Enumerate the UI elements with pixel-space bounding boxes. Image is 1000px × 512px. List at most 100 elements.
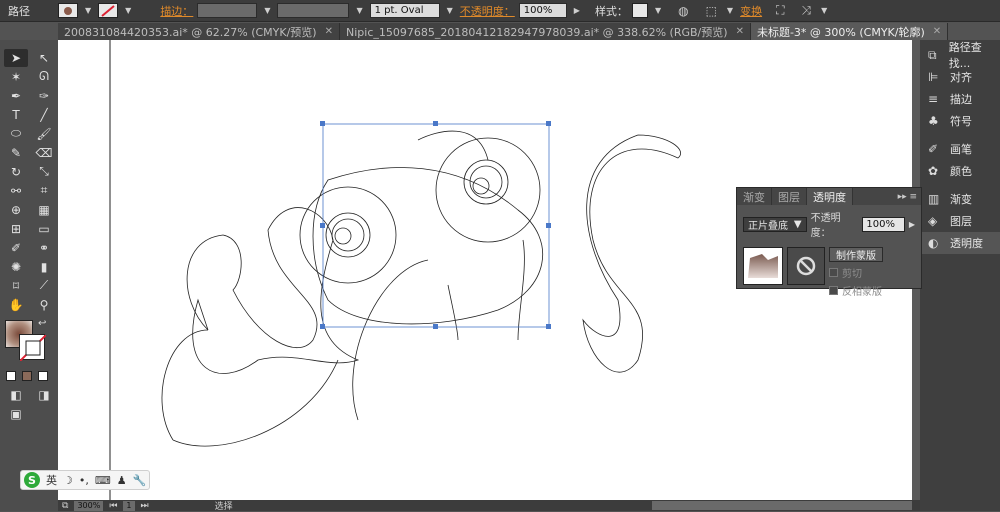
pen-tool-icon[interactable]: ✒	[4, 87, 28, 105]
style-dropdown-arrow[interactable]: ▼	[655, 6, 661, 15]
dock-label: 对齐	[950, 71, 972, 84]
stroke-swatch[interactable]	[98, 3, 119, 18]
fill-dropdown-arrow[interactable]: ▼	[85, 6, 91, 15]
wrench-icon[interactable]: 🔧	[133, 474, 147, 487]
tab-layers[interactable]: 图层	[772, 188, 807, 205]
isolate-icon[interactable]: ⛶	[776, 3, 784, 18]
fill-swatch[interactable]	[58, 3, 78, 18]
shape-builder-tool-icon[interactable]: ⊕	[4, 201, 28, 219]
close-icon[interactable]: ✕	[933, 26, 941, 37]
width-tool-icon[interactable]: ⚯	[4, 182, 28, 200]
zoom-tool-icon[interactable]: ⚲	[32, 296, 56, 314]
mesh-tool-icon[interactable]: ⊞	[4, 220, 28, 238]
panel-menu-icon[interactable]: ▸▸ ≡	[898, 188, 921, 205]
color-mode-icon[interactable]	[6, 370, 16, 381]
tab-transparency[interactable]: 透明度	[807, 188, 853, 205]
gradient-mode-icon[interactable]	[22, 370, 32, 381]
direct-selection-tool-icon[interactable]: ↖	[32, 49, 56, 67]
ime-logo-icon[interactable]: S	[24, 472, 40, 488]
curvature-tool-icon[interactable]: ✑	[32, 87, 56, 105]
paintbrush-tool-icon[interactable]: 🖌	[32, 125, 56, 143]
align-grid-arrow[interactable]: ▼	[727, 6, 733, 15]
invert-mask-checkbox[interactable]: 反相蒙版	[829, 283, 883, 298]
tab-document-3[interactable]: 未标题-3* @ 300% (CMYK/轮廓) ✕	[750, 23, 949, 40]
opacity-slider-arrow[interactable]: ▶	[909, 220, 915, 229]
opacity-dropdown-arrow[interactable]: ▶	[574, 6, 580, 15]
first-page-icon[interactable]: ⏮	[109, 501, 117, 511]
opacity-field[interactable]: 100%	[862, 216, 905, 232]
stroke-label[interactable]: 描边：	[160, 3, 193, 19]
dock-color[interactable]: ✿ 颜色	[920, 160, 1000, 182]
opacity-label[interactable]: 不透明度：	[460, 3, 515, 19]
artboard-nav-icon[interactable]: ⧉	[62, 501, 68, 511]
opacity-field[interactable]: 100%	[518, 3, 567, 18]
dock-transparency[interactable]: ◐ 透明度	[920, 232, 1000, 254]
line-tool-icon[interactable]: ╱	[32, 106, 56, 124]
dock-gradient[interactable]: ▥ 渐变	[920, 188, 1000, 210]
artwork-thumbnail[interactable]	[743, 247, 783, 285]
make-mask-button[interactable]: 制作蒙版	[829, 247, 883, 262]
variable-width-arrow[interactable]: ▼	[356, 6, 362, 15]
draw-normal-icon[interactable]: ◧	[4, 386, 28, 404]
brush-dropdown-arrow[interactable]: ▼	[447, 6, 453, 15]
type-tool-icon[interactable]: T	[4, 106, 28, 124]
scatter-icon[interactable]: ⤨	[801, 3, 811, 18]
artboard-tool-icon[interactable]: ⌑	[4, 277, 28, 295]
close-icon[interactable]: ✕	[736, 26, 744, 37]
none-mode-icon[interactable]	[38, 370, 48, 381]
variable-width-field[interactable]	[277, 3, 350, 18]
scale-tool-icon[interactable]: ⤡	[32, 163, 56, 181]
scatter-arrow[interactable]: ▼	[821, 6, 827, 15]
slice-tool-icon[interactable]: ⟋	[32, 277, 56, 295]
style-swatch[interactable]	[631, 3, 648, 18]
stroke-color-box[interactable]	[19, 334, 47, 362]
clip-checkbox[interactable]: 剪切	[829, 265, 883, 280]
dock-stroke[interactable]: ≡ 描边	[920, 88, 1000, 110]
skin-icon[interactable]: ♟	[117, 474, 127, 487]
blend-mode-select[interactable]: 正片叠底 ▼	[743, 216, 807, 232]
free-transform-tool-icon[interactable]: ⌗	[32, 182, 56, 200]
selection-tool-icon[interactable]: ➤	[4, 48, 28, 67]
lasso-tool-icon[interactable]: ᘏ	[32, 68, 56, 86]
hand-tool-icon[interactable]: ✋	[4, 296, 28, 314]
rotate-tool-icon[interactable]: ↻	[4, 163, 28, 181]
punctuation-icon[interactable]: •,	[79, 474, 89, 487]
screen-mode-icon[interactable]: ▣	[4, 405, 28, 423]
draw-behind-icon[interactable]: ◨	[32, 386, 56, 404]
align-grid-icon[interactable]: ⬚	[706, 4, 717, 18]
tab-gradient[interactable]: 渐变	[737, 188, 772, 205]
stroke-dropdown-arrow[interactable]: ▼	[125, 6, 131, 15]
tab-document-1[interactable]: 200831084420353.ai* @ 62.27% (CMYK/预览) ✕	[58, 23, 340, 40]
dock-layers[interactable]: ◈ 图层	[920, 210, 1000, 232]
eyedropper-tool-icon[interactable]: ✐	[4, 239, 28, 257]
perspective-grid-tool-icon[interactable]: ▦	[32, 201, 56, 219]
dock-symbol[interactable]: ♣ 符号	[920, 110, 1000, 132]
fill-stroke-indicator[interactable]: ↩	[0, 318, 58, 364]
moon-icon[interactable]: ☽	[63, 474, 73, 487]
stroke-weight-arrow[interactable]: ▼	[264, 6, 270, 15]
gradient-tool-icon[interactable]: ▭	[32, 220, 56, 238]
column-graph-tool-icon[interactable]: ▮	[32, 258, 56, 276]
horizontal-scrollbar[interactable]	[652, 501, 912, 510]
tab-document-2[interactable]: Nipic_15097685_20180412182947978039.ai* …	[340, 23, 751, 40]
brush-field[interactable]: 1 pt. Oval	[369, 3, 440, 18]
dock-pathfinder[interactable]: ⧉ 路径查找...	[920, 41, 1000, 70]
ellipse-tool-icon[interactable]: ⬭	[4, 125, 28, 143]
close-icon[interactable]: ✕	[325, 26, 333, 37]
recolor-icon[interactable]: ◍	[678, 4, 688, 18]
zoom-field[interactable]: 300%	[74, 500, 104, 511]
blend-tool-icon[interactable]: ⚭	[32, 239, 56, 257]
keyboard-icon[interactable]: ⌨	[95, 474, 111, 487]
magic-wand-tool-icon[interactable]: ✶	[4, 68, 28, 86]
symbol-sprayer-tool-icon[interactable]: ✺	[4, 258, 28, 276]
ime-language[interactable]: 英	[46, 472, 57, 488]
last-page-icon[interactable]: ⏭	[141, 501, 149, 511]
mask-thumbnail[interactable]	[787, 247, 825, 285]
swap-colors-icon[interactable]: ↩	[38, 318, 46, 329]
page-field[interactable]: 1	[123, 500, 135, 511]
eraser-tool-icon[interactable]: ⌫	[32, 144, 56, 162]
pencil-tool-icon[interactable]: ✎	[4, 144, 28, 162]
dock-brush[interactable]: ✐ 画笔	[920, 138, 1000, 160]
transform-label[interactable]: 变换	[740, 3, 762, 19]
stroke-weight-field[interactable]	[197, 3, 258, 18]
